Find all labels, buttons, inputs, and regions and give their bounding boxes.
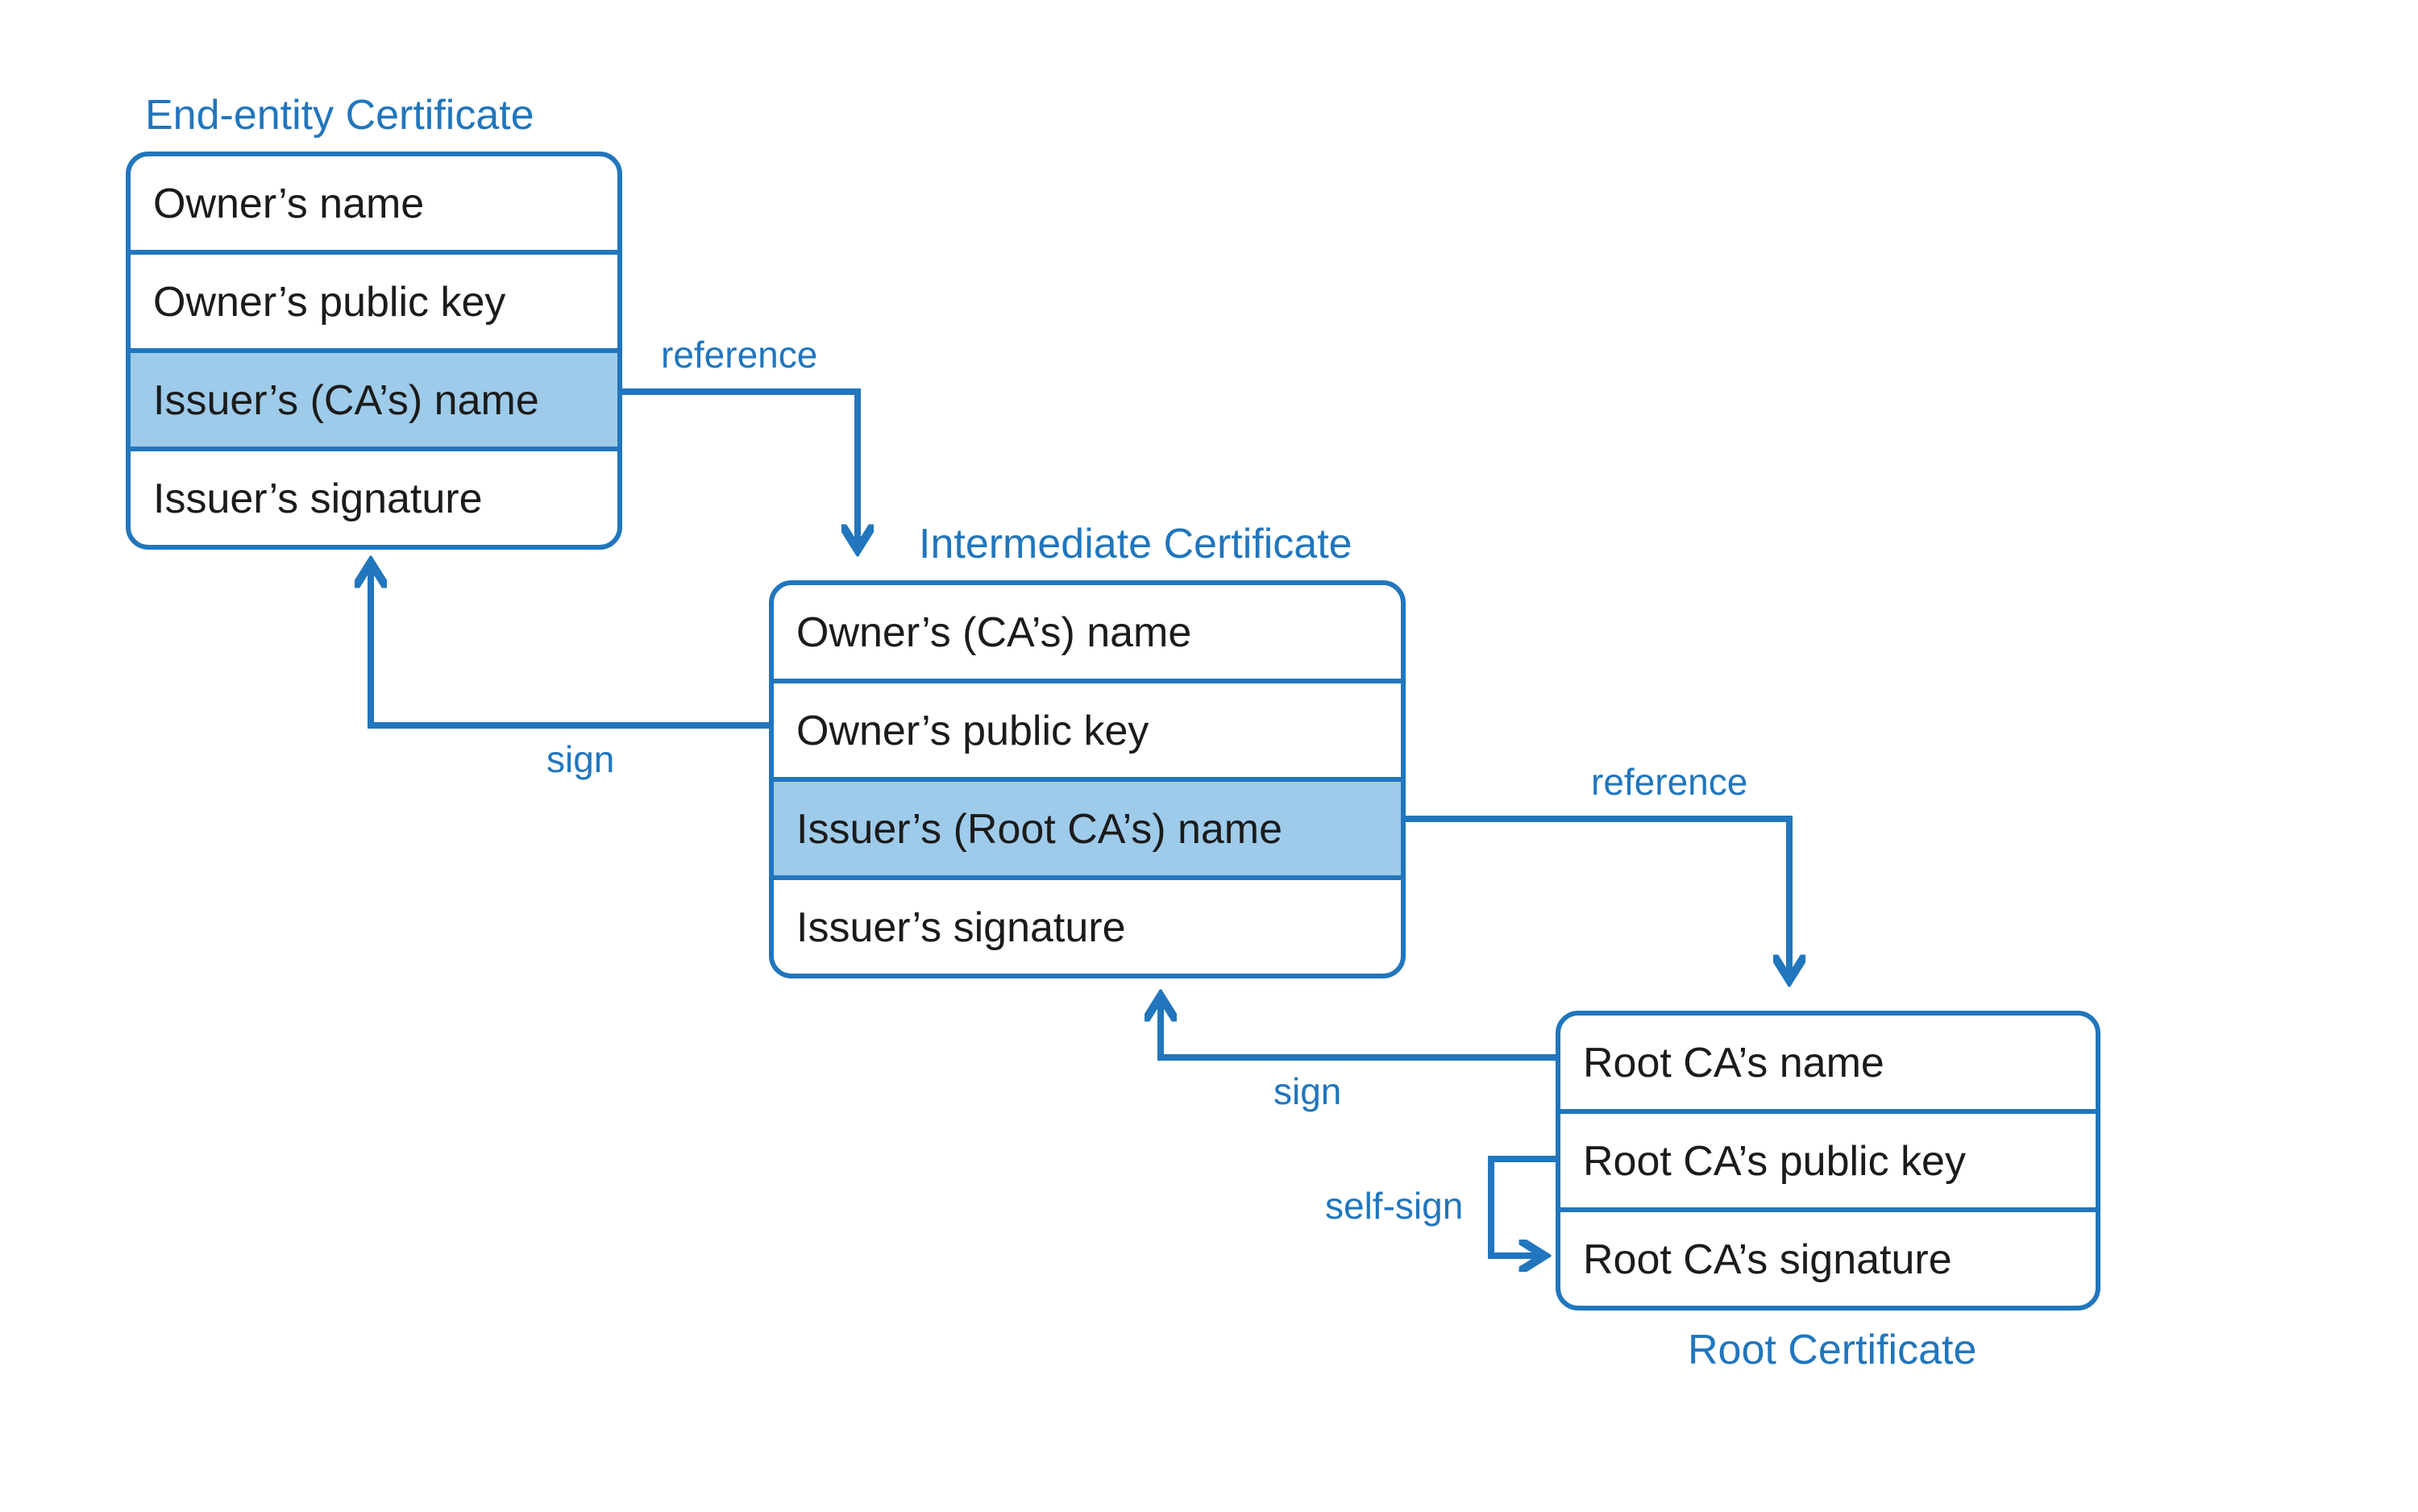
label-self-sign: self-sign xyxy=(1325,1185,1463,1228)
intermediate-row-issuer-sig: Issuer’s signature xyxy=(774,875,1401,974)
intermediate-row-owner-name: Owner’s (CA’s) name xyxy=(774,585,1401,679)
intermediate-row-issuer-name: Issuer’s (Root CA’s) name xyxy=(774,777,1401,875)
arrow-sign-2 xyxy=(1161,1001,1556,1057)
end-entity-row-issuer-name: Issuer’s (CA’s) name xyxy=(131,348,617,447)
end-entity-certificate: Owner’s name Owner’s public key Issuer’s… xyxy=(126,152,622,550)
intermediate-row-owner-key: Owner’s public key xyxy=(774,679,1401,777)
intermediate-title: Intermediate Certificate xyxy=(919,519,1352,569)
end-entity-title: End-entity Certificate xyxy=(145,90,534,140)
certificate-chain-diagram: End-entity Certificate Owner’s name Owne… xyxy=(0,0,2418,1512)
end-entity-row-issuer-sig: Issuer’s signature xyxy=(131,447,617,545)
end-entity-row-owner-name: Owner’s name xyxy=(131,156,617,250)
label-sign-1: sign xyxy=(546,738,614,782)
root-title: Root Certificate xyxy=(1688,1325,1976,1375)
root-certificate: Root CA’s name Root CA’s public key Root… xyxy=(1556,1011,2100,1311)
intermediate-certificate: Owner’s (CA’s) name Owner’s public key I… xyxy=(769,580,1406,978)
label-reference-1: reference xyxy=(661,334,817,377)
label-reference-2: reference xyxy=(1591,761,1747,804)
end-entity-row-owner-key: Owner’s public key xyxy=(131,250,617,348)
label-sign-2: sign xyxy=(1273,1070,1341,1114)
arrow-reference-1 xyxy=(622,392,858,545)
root-row-name: Root CA’s name xyxy=(1560,1016,2096,1109)
arrow-reference-2 xyxy=(1406,819,1789,975)
root-row-sig: Root CA’s signature xyxy=(1560,1207,2096,1306)
arrow-self-sign xyxy=(1491,1159,1556,1256)
arrow-sign-1 xyxy=(371,567,769,725)
root-row-key: Root CA’s public key xyxy=(1560,1109,2096,1207)
